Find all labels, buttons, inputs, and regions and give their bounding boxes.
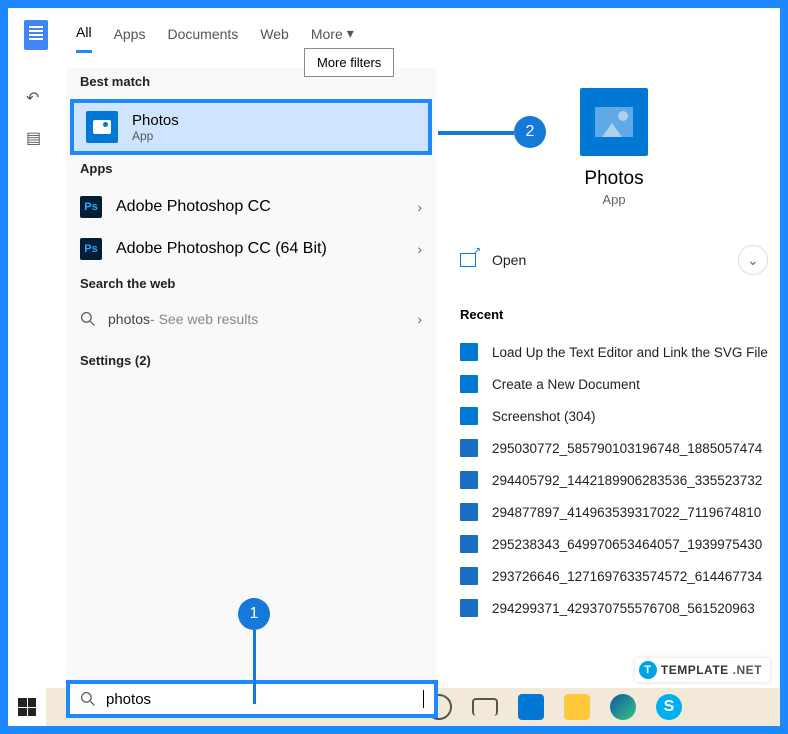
preview-panel: Photos App Open ⌄ Recent Load Up the Tex… <box>436 68 772 718</box>
callout-line-1 <box>253 630 256 704</box>
settings-section-label: Settings (2) <box>66 347 436 378</box>
best-match-photos-app[interactable]: Photos App <box>70 99 432 155</box>
callout-badge-2: 2 <box>514 116 546 148</box>
text-cursor <box>423 690 424 708</box>
task-view-icon[interactable] <box>472 698 498 716</box>
recent-item[interactable]: 294877897_414963539317022_7119674810 <box>456 496 772 528</box>
recent-item[interactable]: Create a New Document <box>456 368 772 400</box>
expand-button[interactable]: ⌄ <box>738 245 768 275</box>
tab-web[interactable]: Web <box>260 22 289 52</box>
photoshop-icon: Ps <box>80 196 102 218</box>
photos-large-icon <box>580 88 648 156</box>
recent-item[interactable]: 295030772_585790103196748_1885057474 <box>456 432 772 464</box>
app-photoshop-cc[interactable]: Ps Adobe Photoshop CC › <box>66 186 436 228</box>
explorer-icon[interactable] <box>564 694 590 720</box>
search-input[interactable]: photos <box>106 691 423 708</box>
apps-section-label: Apps <box>66 155 436 186</box>
web-search-result[interactable]: photos - See web results › <box>66 301 436 337</box>
more-filters-tooltip: More filters <box>304 48 394 77</box>
chevron-right-icon: › <box>417 241 422 257</box>
preview-sub: App <box>456 192 772 207</box>
chevron-right-icon: › <box>417 199 422 215</box>
search-icon <box>80 691 96 707</box>
skype-icon[interactable]: S <box>656 694 682 720</box>
chevron-down-icon: ▾ <box>347 25 354 42</box>
google-docs-icon <box>24 20 48 50</box>
tab-documents[interactable]: Documents <box>167 22 238 52</box>
recent-item[interactable]: 294299371_429370755576708_561520963 <box>456 592 772 624</box>
tab-apps[interactable]: Apps <box>114 22 146 52</box>
recent-item[interactable]: 295238343_649970653464057_1939975430 <box>456 528 772 560</box>
recent-label: Recent <box>460 307 772 322</box>
recent-item[interactable]: Load Up the Text Editor and Link the SVG… <box>456 336 772 368</box>
app-photoshop-cc-64bit[interactable]: Ps Adobe Photoshop CC (64 Bit) › <box>66 228 436 270</box>
web-sub-text: - See web results <box>150 311 258 327</box>
callout-line-2 <box>438 131 514 135</box>
search-results-panel: Best match Photos App Apps Ps Adobe Phot… <box>66 68 436 718</box>
tab-all[interactable]: All <box>76 20 92 53</box>
recent-item[interactable]: 293726646_1271697633574572_614467734 <box>456 560 772 592</box>
undo-icon[interactable]: ↶ <box>26 88 44 106</box>
web-query-text: photos <box>108 311 150 327</box>
windows-logo-icon <box>18 698 36 716</box>
mail-icon[interactable] <box>518 694 544 720</box>
search-box[interactable]: photos <box>66 680 438 718</box>
open-icon <box>460 253 476 267</box>
best-match-sub: App <box>132 129 179 143</box>
best-match-title: Photos <box>132 112 179 129</box>
open-action[interactable]: Open ⌄ <box>456 235 772 285</box>
outline-icon[interactable]: ▤ <box>26 128 44 146</box>
template-badge-icon: T <box>639 661 657 679</box>
edge-icon[interactable] <box>610 694 636 720</box>
photoshop-icon: Ps <box>80 238 102 260</box>
preview-title: Photos <box>456 168 772 190</box>
recent-item[interactable]: 294405792_1442189906283536_335523732 <box>456 464 772 496</box>
photos-app-icon <box>86 111 118 143</box>
search-icon <box>80 311 96 327</box>
callout-badge-1: 1 <box>238 598 270 630</box>
watermark: T TEMPLATE.NET <box>635 658 770 682</box>
app-name: Adobe Photoshop CC (64 Bit) <box>116 240 327 258</box>
start-button[interactable] <box>8 688 46 726</box>
chevron-right-icon: › <box>417 311 422 327</box>
recent-item[interactable]: Screenshot (304) <box>456 400 772 432</box>
app-name: Adobe Photoshop CC <box>116 198 271 216</box>
web-section-label: Search the web <box>66 270 436 301</box>
